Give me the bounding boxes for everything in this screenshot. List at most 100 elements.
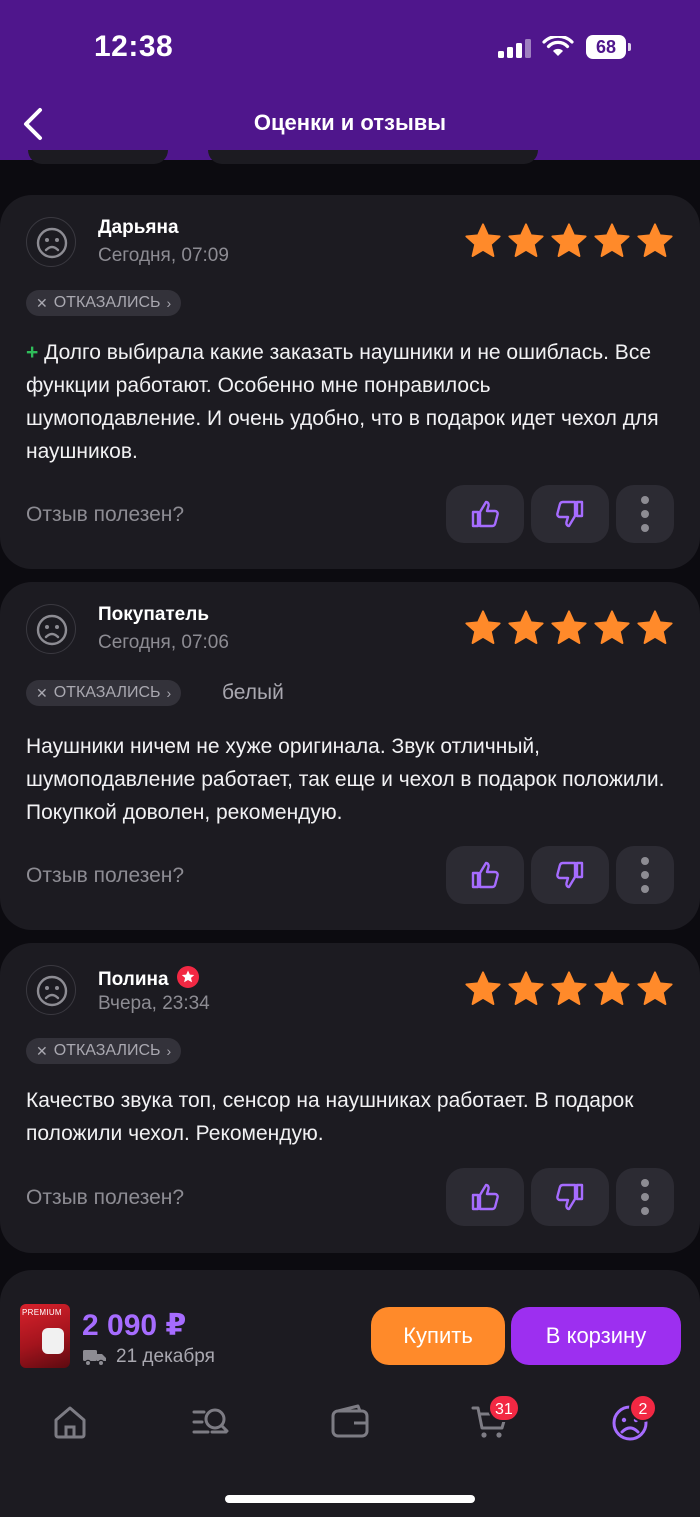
helpful-label: Отзыв полезен? <box>26 503 185 526</box>
delivery-date: 21 декабря <box>116 1346 215 1367</box>
verified-badge-icon <box>176 966 199 988</box>
cart-badge: 31 <box>488 1394 520 1422</box>
close-icon: ✕ <box>36 1043 48 1059</box>
star-icon <box>594 223 630 257</box>
sad-face-icon <box>36 975 68 1007</box>
star-icon <box>465 971 501 1005</box>
review-card: Покупатель Сегодня, 07:06 ✕ ОТКАЗАЛИСЬ ›… <box>0 582 700 930</box>
dislike-button[interactable] <box>531 485 609 543</box>
delivery-info: 21 декабря <box>82 1346 215 1368</box>
star-icon <box>551 610 587 644</box>
review-author: Дарьяна <box>98 217 179 238</box>
star-icon <box>508 610 544 644</box>
helpful-label: Отзыв полезен? <box>26 864 185 887</box>
truck-icon <box>83 1350 106 1367</box>
status-chip[interactable]: ✕ ОТКАЗАЛИСЬ › <box>26 680 182 706</box>
sad-face-icon <box>36 227 68 259</box>
product-thumbnail[interactable]: PREMIUM <box>20 1304 70 1368</box>
more-dot <box>641 871 649 879</box>
chevron-right-icon: › <box>166 295 172 311</box>
status-chip-label: ОТКАЗАЛИСЬ <box>53 1042 161 1059</box>
more-options-button[interactable] <box>616 485 674 543</box>
chevron-right-icon: › <box>166 685 172 701</box>
signal-icon <box>498 39 531 58</box>
wallet-icon[interactable] <box>330 1402 370 1442</box>
more-dot <box>641 885 649 893</box>
review-card: Дарьяна Сегодня, 07:09 ✕ ОТКАЗАЛИСЬ › + … <box>0 195 700 569</box>
status-chip-label: ОТКАЗАЛИСЬ <box>53 684 161 701</box>
thumbs-down-icon <box>556 500 584 528</box>
review-date: Сегодня, 07:06 <box>98 632 229 653</box>
star-rating <box>464 970 674 1008</box>
product-price: 2 090 ₽ <box>82 1309 187 1342</box>
star-icon <box>637 223 673 257</box>
star-icon <box>551 223 587 257</box>
review-date: Сегодня, 07:09 <box>98 245 229 266</box>
dislike-button[interactable] <box>531 846 609 904</box>
purchase-bar: PREMIUM 2 090 ₽ 21 декабря Купить В корз… <box>0 1270 700 1517</box>
review-author-name: Полина <box>98 969 169 990</box>
more-options-button[interactable] <box>616 1168 674 1226</box>
avatar <box>26 604 76 654</box>
battery-indicator: 68 <box>586 35 626 59</box>
close-icon: ✕ <box>36 685 48 701</box>
star-icon <box>637 971 673 1005</box>
review-text: Наушники ничем не хуже оригинала. Звук о… <box>26 735 665 824</box>
star-icon <box>551 971 587 1005</box>
star-icon <box>637 610 673 644</box>
earbuds-image <box>42 1328 64 1354</box>
review-author: Покупатель <box>98 604 210 625</box>
product-thumbnail-label: PREMIUM <box>22 1308 62 1317</box>
buy-button[interactable]: Купить <box>371 1307 505 1365</box>
review-text-body: Долго выбирала какие заказать наушники и… <box>26 341 659 463</box>
avatar <box>26 965 76 1015</box>
star-icon <box>508 971 544 1005</box>
review-card: Полина Вчера, 23:34 ✕ ОТКАЗАЛИСЬ › Качес… <box>0 943 700 1253</box>
helpful-label: Отзыв полезен? <box>26 1186 185 1209</box>
more-dot <box>641 496 649 504</box>
more-dot <box>641 1179 649 1187</box>
chevron-right-icon: › <box>166 1043 172 1059</box>
more-dot <box>641 857 649 865</box>
wifi-icon <box>542 36 574 56</box>
thumbs-up-icon <box>471 500 499 528</box>
more-options-button[interactable] <box>616 846 674 904</box>
star-icon <box>594 971 630 1005</box>
star-icon <box>465 223 501 257</box>
review-date: Вчера, 23:34 <box>98 993 210 1014</box>
more-dot <box>641 1193 649 1201</box>
star-icon <box>465 610 501 644</box>
review-text: + Долго выбирала какие заказать наушники… <box>26 336 666 468</box>
thumbs-down-icon <box>556 861 584 889</box>
like-button[interactable] <box>446 485 524 543</box>
home-icon[interactable] <box>50 1402 90 1442</box>
star-rating <box>464 609 674 647</box>
review-author: Полина <box>98 965 200 991</box>
more-dot <box>641 510 649 518</box>
thumbs-up-icon <box>471 861 499 889</box>
product-variant: белый <box>222 681 284 704</box>
sad-face-icon <box>36 614 68 646</box>
status-chip-label: ОТКАЗАЛИСЬ <box>53 294 161 311</box>
filter-chip-peek <box>208 150 538 164</box>
like-button[interactable] <box>446 1168 524 1226</box>
battery-tip <box>628 43 631 51</box>
plus-marker: + <box>26 341 39 364</box>
status-chip[interactable]: ✕ ОТКАЗАЛИСЬ › <box>26 290 182 316</box>
add-to-cart-button[interactable]: В корзину <box>511 1307 681 1365</box>
dislike-button[interactable] <box>531 1168 609 1226</box>
app-header: 12:38 68 Оценки и отзывы <box>0 0 700 160</box>
status-icons: 68 <box>480 34 640 60</box>
more-dot <box>641 1207 649 1215</box>
catalog-search-icon[interactable] <box>190 1402 230 1442</box>
status-time: 12:38 <box>94 30 174 63</box>
star-rating <box>464 222 674 260</box>
avatar <box>26 217 76 267</box>
status-chip[interactable]: ✕ ОТКАЗАЛИСЬ › <box>26 1038 182 1064</box>
thumbs-up-icon <box>471 1183 499 1211</box>
like-button[interactable] <box>446 846 524 904</box>
more-dot <box>641 524 649 532</box>
filter-chip-peek <box>28 150 168 164</box>
star-icon <box>594 610 630 644</box>
close-icon: ✕ <box>36 295 48 311</box>
